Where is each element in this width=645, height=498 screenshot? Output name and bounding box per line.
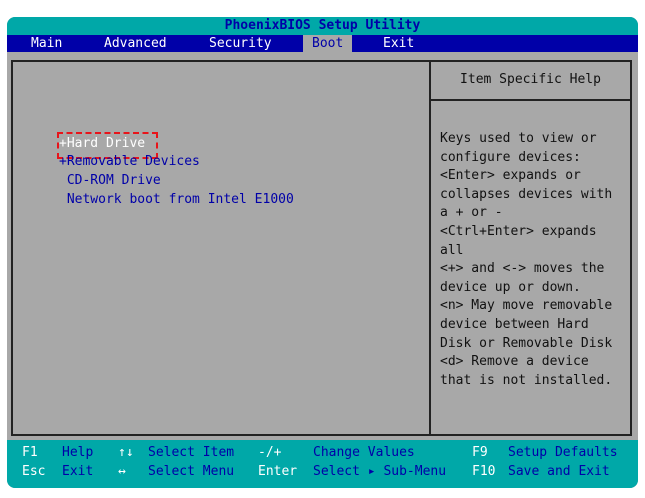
help-line: Keys used to view or (440, 131, 597, 146)
key-f1: F1 (22, 445, 38, 460)
desc-help: Help (62, 445, 94, 460)
help-text: Keys used to view or configure devices: … (440, 130, 612, 390)
boot-item-network[interactable]: Network boot from Intel E1000 (59, 192, 294, 207)
desc-select-menu: Select Menu (148, 464, 235, 479)
menu-bar: Main Advanced Security Boot Exit (7, 35, 638, 52)
help-line: <Enter> expands or (440, 168, 581, 184)
help-line: that is not installed. (440, 372, 613, 388)
tab-security[interactable]: Security (209, 35, 272, 52)
key-enter: Enter (258, 464, 298, 479)
help-line: Disk or Removable Disk (440, 335, 613, 351)
boot-item-removable-devices[interactable]: +Removable Devices (59, 154, 200, 169)
key-f10: F10 (472, 464, 496, 479)
help-line: device between Hard (440, 316, 589, 332)
key-updown: ↑↓ (118, 445, 134, 460)
desc-exit: Exit (62, 464, 94, 479)
help-line: configure devices: (440, 149, 581, 165)
desc-setup-defaults: Setup Defaults (508, 445, 618, 460)
help-line: <n> May move removable (440, 298, 613, 314)
bios-window: PhoenixBIOS Setup Utility Main Advanced … (7, 17, 638, 488)
desc-select-submenu: Select ▸ Sub-Menu (313, 464, 447, 479)
tab-advanced[interactable]: Advanced (104, 35, 167, 52)
key-esc: Esc (22, 464, 46, 479)
key-f9: F9 (472, 445, 488, 460)
tab-boot[interactable]: Boot (303, 35, 353, 52)
boot-item-cdrom[interactable]: CD-ROM Drive (59, 173, 161, 188)
window-title: PhoenixBIOS Setup Utility (7, 17, 638, 35)
footer-keys: F1 Help ↑↓ Select Item -/+ Change Values… (7, 440, 638, 488)
help-line: <Ctrl+Enter> expands (440, 223, 597, 239)
tab-main[interactable]: Main (31, 35, 62, 52)
help-line: <+> and <-> moves the (440, 261, 605, 277)
help-line: device up or down. (440, 279, 581, 295)
help-title: Item Specific Help (460, 72, 601, 87)
tab-exit[interactable]: Exit (383, 35, 414, 52)
help-line: all (440, 242, 464, 258)
help-line: collapses devices with (440, 186, 613, 202)
key-leftright: ↔ (118, 464, 126, 479)
help-divider (431, 99, 630, 101)
content-panel: +Hard Drive +Removable Devices CD-ROM Dr… (11, 60, 632, 436)
help-line: a + or - (440, 205, 503, 221)
desc-save-exit: Save and Exit (508, 464, 610, 479)
desc-change-values: Change Values (313, 445, 415, 460)
boot-item-hard-drive[interactable]: +Hard Drive (59, 136, 145, 151)
panel-divider (429, 62, 431, 434)
help-line: <d> Remove a device (440, 354, 589, 370)
desc-select-item: Select Item (148, 445, 235, 460)
key-minus-plus: -/+ (258, 445, 282, 460)
